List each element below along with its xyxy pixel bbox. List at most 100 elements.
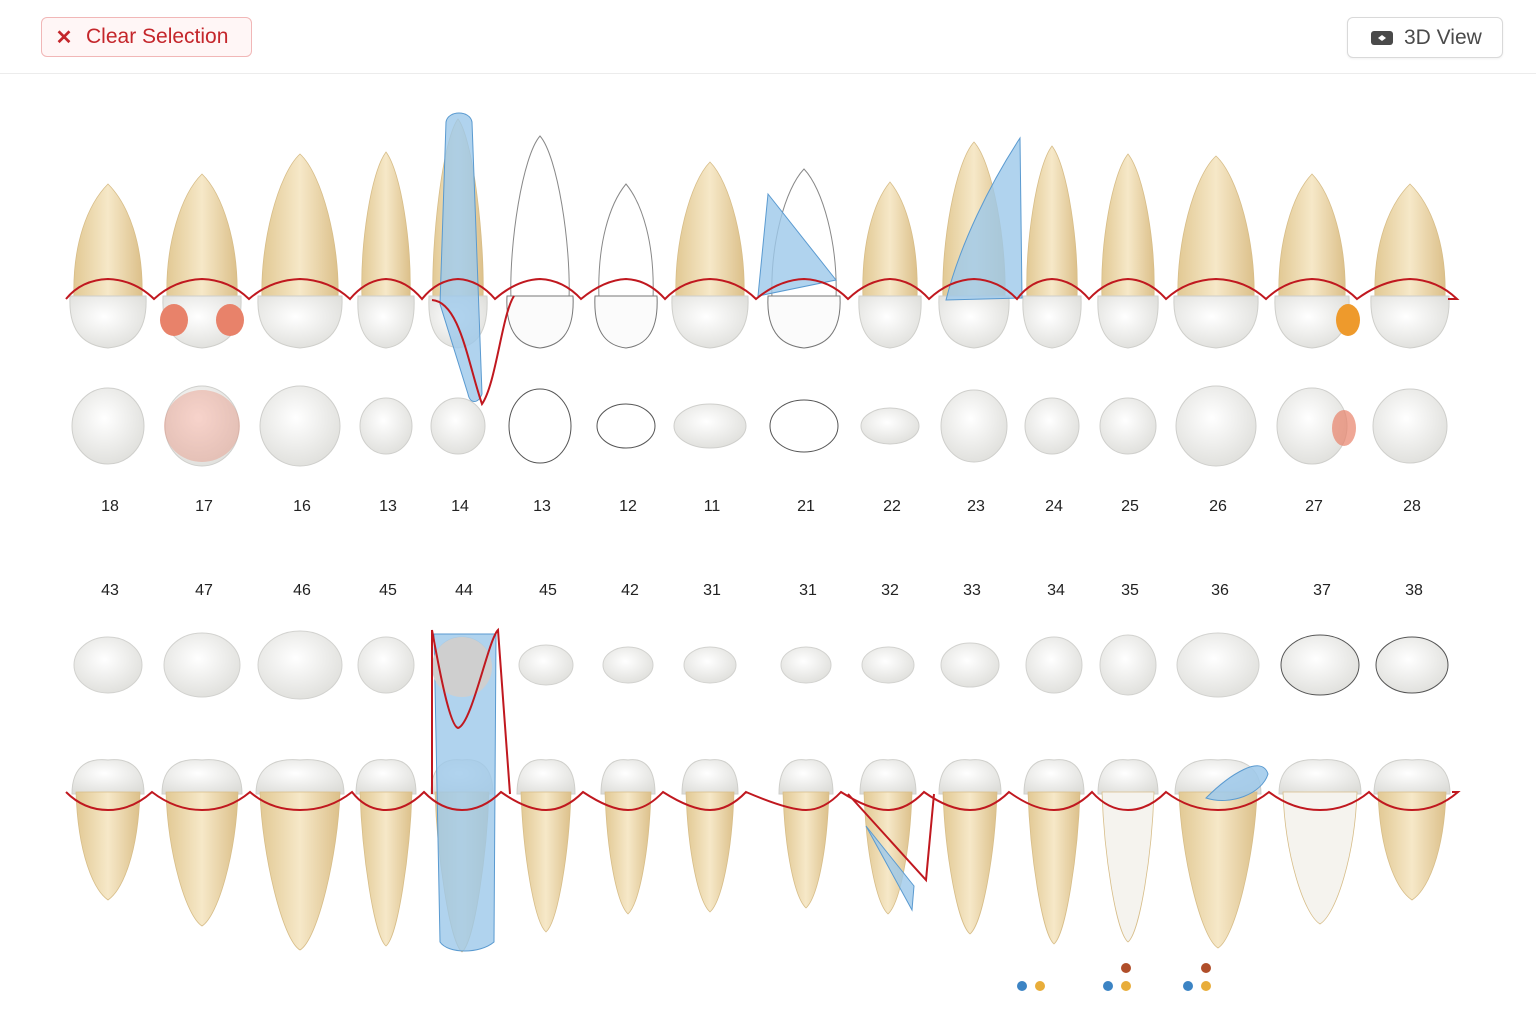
occlusal-view-26 <box>1175 385 1257 467</box>
occlusal-view-13 <box>508 388 572 464</box>
tooth-number-upper[interactable]: 25 <box>1121 498 1139 515</box>
tooth-number-lower[interactable]: 31 <box>703 582 721 599</box>
lower-tooth-42[interactable] <box>600 646 656 915</box>
upper-tooth-13[interactable] <box>506 135 574 464</box>
occlusal-view-32 <box>861 646 915 684</box>
tooth-number-upper[interactable]: 27 <box>1305 498 1323 515</box>
occlusal-view-45 <box>518 644 574 686</box>
caries-mark <box>1332 410 1356 446</box>
marker-dot <box>1035 981 1045 991</box>
tooth-number-upper[interactable]: 13 <box>533 498 551 515</box>
tooth-number-lower[interactable]: 32 <box>881 582 899 599</box>
caries-mark <box>164 390 240 462</box>
dental-chart: 18 17 16 13 14 13 12 11 21 22 23 24 25 26 27 28 43 47 46 45… <box>65 112 1461 991</box>
upper-tooth-11[interactable] <box>671 161 749 449</box>
upper-tooth-25[interactable] <box>1097 153 1159 455</box>
marker-dot <box>1183 981 1193 991</box>
lower-tooth-46[interactable] <box>255 630 345 951</box>
clear-selection-button[interactable]: ✕ Clear Selection <box>41 17 252 57</box>
lower-tooth-37[interactable] <box>1278 634 1362 925</box>
lower-tooth-34[interactable] <box>1023 636 1085 945</box>
upper-tooth-24[interactable] <box>1022 145 1082 455</box>
tooth-number-upper[interactable]: 28 <box>1403 498 1421 515</box>
tooth-number-upper[interactable]: 22 <box>883 498 901 515</box>
occlusal-view-33 <box>940 642 1000 688</box>
lower-tooth-32[interactable] <box>859 646 917 915</box>
tooth-number-upper[interactable]: 14 <box>451 498 469 515</box>
marker-dot <box>1017 981 1027 991</box>
occlusal-view-25 <box>1099 397 1157 455</box>
lower-tooth-47[interactable] <box>161 632 243 927</box>
occlusal-view-35 <box>1099 634 1157 696</box>
upper-tooth-16[interactable] <box>257 153 343 467</box>
lower-tooth-33[interactable] <box>938 642 1002 935</box>
occlusal-view-31 <box>683 646 737 684</box>
lower-tooth-38[interactable] <box>1373 636 1451 901</box>
marker-dot <box>1121 981 1131 991</box>
upper-tooth-28[interactable] <box>1370 183 1450 464</box>
tooth-number-upper[interactable]: 21 <box>797 498 815 515</box>
status-markers <box>1017 963 1211 991</box>
lower-tooth-45[interactable] <box>516 644 576 933</box>
tooth-number-lower[interactable]: 37 <box>1313 582 1331 599</box>
tooth-number-lower[interactable]: 44 <box>455 582 473 599</box>
upper-tooth-26[interactable] <box>1173 155 1259 467</box>
marker-dot <box>1103 981 1113 991</box>
occlusal-view-23 <box>940 389 1008 463</box>
tooth-number-lower[interactable]: 47 <box>195 582 213 599</box>
tooth-number-lower[interactable]: 45 <box>379 582 397 599</box>
lower-tooth-43[interactable] <box>71 636 145 901</box>
occlusal-view-18 <box>71 387 145 465</box>
tooth-number-lower[interactable]: 38 <box>1405 582 1423 599</box>
filling-mark <box>1336 304 1360 336</box>
marker-dot <box>1201 981 1211 991</box>
tooth-number-lower[interactable]: 45 <box>539 582 557 599</box>
occlusal-view-12 <box>596 403 656 449</box>
tooth-number-lower[interactable]: 36 <box>1211 582 1229 599</box>
tooth-number-upper[interactable]: 16 <box>293 498 311 515</box>
lower-tooth-31[interactable] <box>778 646 834 909</box>
upper-tooth-18[interactable] <box>69 183 147 465</box>
tooth-number-upper[interactable]: 11 <box>704 498 721 515</box>
occlusal-view-47 <box>163 632 241 698</box>
marker-dot <box>1201 963 1211 973</box>
marker-dot <box>1121 963 1131 973</box>
lower-tooth-45[interactable] <box>355 636 417 947</box>
selected-tooth-14-overlay <box>439 112 483 402</box>
tooth-number-upper[interactable]: 23 <box>967 498 985 515</box>
cube-icon <box>1371 30 1393 45</box>
occlusal-view-46 <box>257 630 343 700</box>
upper-tooth-12[interactable] <box>594 183 658 449</box>
tooth-number-upper[interactable]: 17 <box>195 498 213 515</box>
occlusal-view-24 <box>1024 397 1080 455</box>
occlusal-view-43 <box>73 636 143 694</box>
tooth-number-upper[interactable]: 24 <box>1045 498 1063 515</box>
occlusal-view-14 <box>430 397 486 455</box>
tooth-number-upper[interactable]: 13 <box>379 498 397 515</box>
occlusal-view-37 <box>1280 634 1360 696</box>
tooth-number-lower[interactable]: 46 <box>293 582 311 599</box>
tooth-number-labels: 18 17 16 13 14 13 12 11 21 22 23 24 25 26 27 28 43 47 46 45… <box>101 498 1423 599</box>
upper-tooth-13[interactable] <box>357 151 415 455</box>
occlusal-view-28 <box>1372 388 1448 464</box>
tooth-number-upper[interactable]: 18 <box>101 498 119 515</box>
occlusal-view-34 <box>1025 636 1083 694</box>
3d-view-button[interactable]: 3D View <box>1347 17 1503 58</box>
caries-mark <box>160 304 188 336</box>
tooth-number-lower[interactable]: 42 <box>621 582 639 599</box>
occlusal-view-38 <box>1375 636 1449 694</box>
tooth-number-lower[interactable]: 31 <box>799 582 817 599</box>
lower-tooth-35[interactable] <box>1097 634 1159 943</box>
lower-tooth-31[interactable] <box>681 646 739 913</box>
tooth-number-upper[interactable]: 12 <box>619 498 637 515</box>
tooth-number-lower[interactable]: 34 <box>1047 582 1065 599</box>
tooth-number-lower[interactable]: 43 <box>101 582 119 599</box>
top-toolbar: ✕ Clear Selection 3D View <box>0 0 1536 74</box>
occlusal-view-13 <box>359 397 413 455</box>
tooth-number-upper[interactable]: 26 <box>1209 498 1227 515</box>
occlusal-view-31 <box>780 646 832 684</box>
tooth-number-lower[interactable]: 35 <box>1121 582 1139 599</box>
upper-tooth-22[interactable] <box>858 181 922 445</box>
tooth-number-lower[interactable]: 33 <box>963 582 981 599</box>
occlusal-view-42 <box>602 646 654 684</box>
